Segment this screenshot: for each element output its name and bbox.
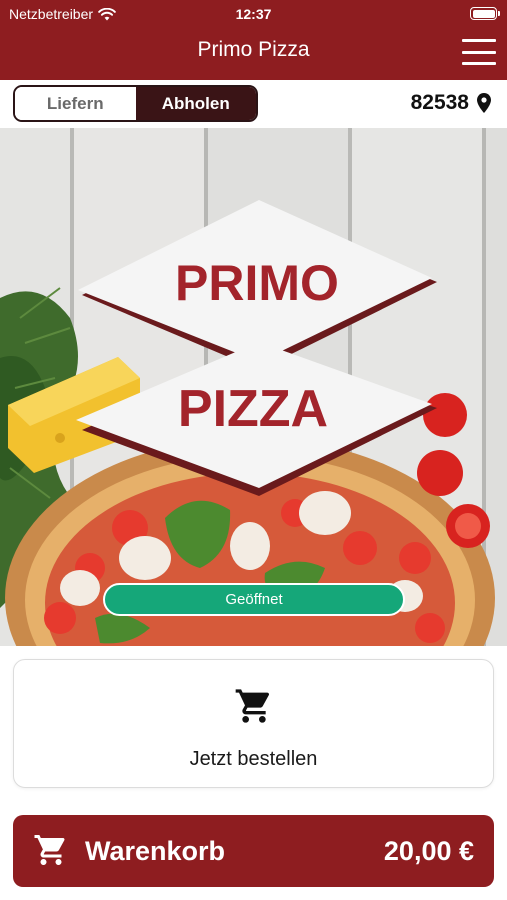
status-bar: Netzbetreiber 12:37 bbox=[0, 0, 507, 28]
cart-label: Warenkorb bbox=[85, 836, 226, 866]
shopping-cart-icon bbox=[34, 835, 65, 865]
battery-icon bbox=[470, 7, 500, 20]
order-icon-wrap bbox=[14, 686, 493, 726]
delivery-mode-toggle: Liefern Abholen bbox=[13, 85, 258, 122]
order-now-card[interactable]: Jetzt bestellen bbox=[13, 659, 494, 788]
logo-text-pizza: PIZZA bbox=[178, 380, 328, 438]
page-title: Primo Pizza bbox=[197, 38, 310, 61]
tab-liefern[interactable]: Liefern bbox=[15, 87, 136, 120]
status-time: 12:37 bbox=[235, 6, 272, 22]
hamburger-menu-icon[interactable] bbox=[462, 39, 496, 65]
hero-image: PRIMO PIZZA bbox=[0, 128, 507, 646]
tab-abholen[interactable]: Abholen bbox=[135, 87, 256, 120]
mode-row: Liefern Abholen 82538 bbox=[0, 80, 507, 128]
location-selector[interactable]: 82538 bbox=[411, 91, 491, 115]
top-bar: Netzbetreiber 12:37 Primo Pizza bbox=[0, 0, 507, 80]
hero-banner: PRIMO PIZZA Geöffnet bbox=[0, 128, 507, 646]
order-now-label: Jetzt bestellen bbox=[189, 748, 318, 770]
status-badge: Geöffnet bbox=[103, 583, 405, 616]
cart-button[interactable]: Warenkorb 20,00 € bbox=[13, 815, 494, 887]
logo-text-primo: PRIMO bbox=[175, 255, 339, 311]
cart-total: 20,00 € bbox=[383, 836, 474, 866]
postal-code: 82538 bbox=[410, 91, 469, 114]
shopping-cart-icon bbox=[235, 689, 269, 723]
location-pin-icon bbox=[477, 93, 491, 113]
